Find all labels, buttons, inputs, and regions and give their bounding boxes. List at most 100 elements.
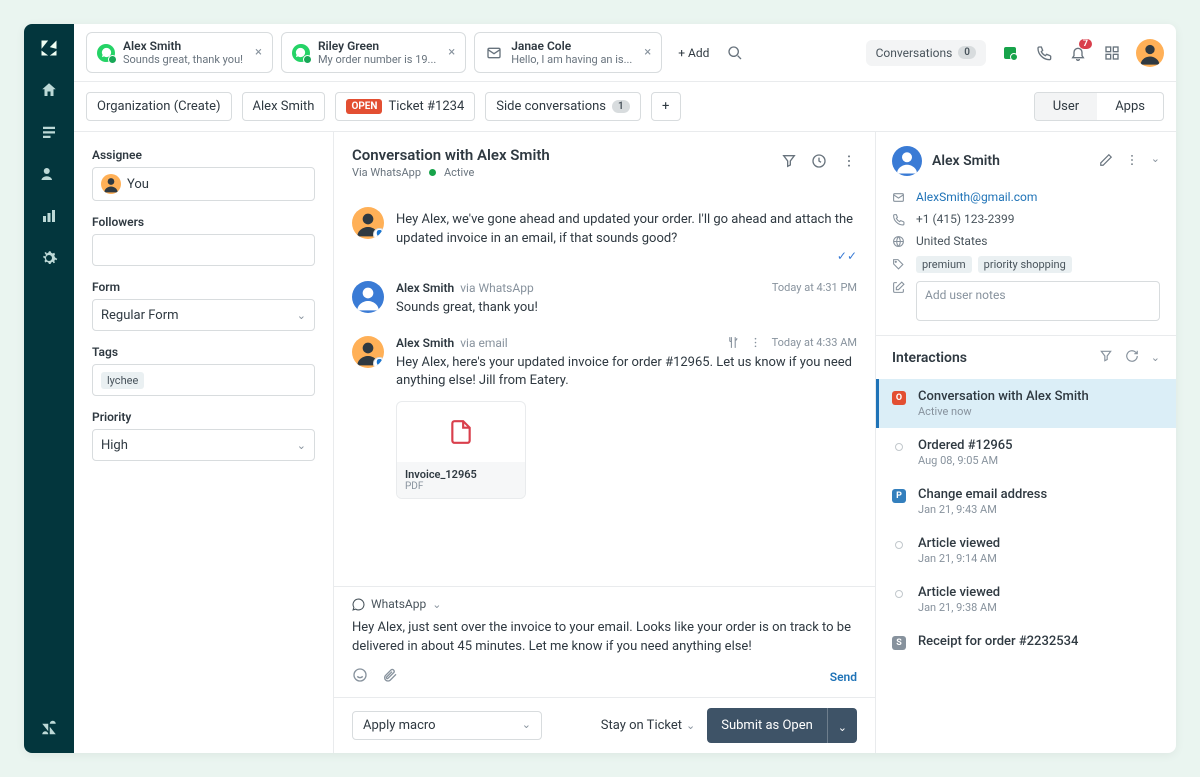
assignee-field[interactable]: You [92,167,315,201]
interaction-time: Active now [918,405,1160,418]
organization-chip[interactable]: Organization (Create) [86,92,232,121]
submit-button: Submit as Open ⌄ [707,708,857,743]
pdf-icon [397,402,525,462]
attach-icon[interactable] [382,667,398,687]
attachment[interactable]: Invoice_12965PDF [396,401,526,499]
interaction-item[interactable]: SReceipt for order #2232534 [876,624,1176,660]
utensils-icon [726,336,739,349]
followers-field[interactable] [92,234,315,266]
ticket-chip[interactable]: OPENTicket #1234 [335,92,475,121]
interaction-time: Jan 21, 9:43 AM [918,503,1160,516]
ticket-tabs-bar: Alex SmithSounds great, thank you! × Ril… [74,24,1176,82]
user-tag: premium [916,256,972,273]
send-button[interactable]: Send [830,670,857,684]
ticket-form-panel: Assignee You Followers Form Regular Form… [74,132,334,753]
whatsapp-icon [97,44,115,62]
notifications-icon[interactable]: 7 [1068,43,1088,63]
close-icon[interactable]: × [644,45,651,60]
conversations-pill[interactable]: Conversations0 [866,40,986,66]
macro-select[interactable]: Apply macro⌄ [352,711,542,740]
message: Alex Smithvia WhatsAppToday at 4:31 PM S… [352,281,857,318]
interaction-indicator [892,587,906,601]
mail-icon [485,44,503,62]
history-icon[interactable] [811,153,827,173]
conversation-status: Active [444,166,474,179]
stay-on-ticket-button[interactable]: Stay on Ticket⌄ [601,718,695,733]
chevron-down-icon[interactable]: ⌄ [1151,351,1160,364]
ticket-tab[interactable]: Janae ColeHello, I am having an is... × [474,32,662,73]
interaction-time: Aug 08, 9:05 AM [918,454,1160,467]
form-label: Form [92,280,315,294]
tags-field[interactable]: lychee [92,364,315,396]
close-icon[interactable]: × [448,45,455,60]
message-text: Hey Alex, we've gone ahead and updated y… [396,211,857,249]
emoji-icon[interactable] [352,667,368,687]
interaction-title: Article viewed [918,536,1160,551]
open-badge: OPEN [346,99,382,114]
home-icon[interactable] [39,80,59,100]
form-select[interactable]: Regular Form⌄ [92,299,315,331]
submit-dropdown[interactable]: ⌄ [827,708,857,743]
filter-icon[interactable] [781,153,797,173]
views-icon[interactable] [39,122,59,142]
chevron-down-icon: ⌄ [297,439,306,452]
interaction-time: Jan 21, 9:14 AM [918,552,1160,565]
refresh-icon[interactable] [1125,348,1139,367]
filter-icon[interactable] [1099,348,1113,367]
apps-segment[interactable]: Apps [1097,93,1163,120]
chat-icon[interactable] [1000,43,1020,63]
compose-textarea[interactable]: Hey Alex, just sent over the invoice to … [352,619,857,657]
interactions-list: OConversation with Alex SmithActive nowO… [876,379,1176,660]
ticket-tab[interactable]: Alex SmithSounds great, thank you! × [86,32,273,73]
compose-channel-select[interactable]: WhatsApp⌄ [352,597,857,611]
interaction-item[interactable]: OConversation with Alex SmithActive now [876,379,1176,428]
apps-grid-icon[interactable] [1102,43,1122,63]
user-email[interactable]: AlexSmith@gmail.com [916,190,1037,204]
tab-subtitle: Sounds great, thank you! [123,53,243,66]
add-tab-button[interactable]: + Add [670,40,717,66]
more-icon[interactable] [841,153,857,173]
interaction-item[interactable]: PChange email addressJan 21, 9:43 AM [876,477,1176,526]
interaction-title: Article viewed [918,585,1160,600]
submit-label[interactable]: Submit as Open [707,710,827,741]
interaction-indicator: O [892,391,906,405]
notif-count: 7 [1079,39,1092,49]
ticket-tab[interactable]: Riley GreenMy order number is 19... × [281,32,466,73]
search-icon[interactable] [725,43,745,63]
profile-avatar[interactable] [1136,39,1164,67]
add-side-button[interactable]: + [651,92,681,121]
logo-icon[interactable] [39,38,59,58]
reporting-icon[interactable] [39,206,59,226]
chevron-down-icon[interactable]: ⌄ [1151,152,1160,171]
zendesk-icon[interactable] [39,719,59,739]
priority-label: Priority [92,410,315,424]
admin-icon[interactable] [39,248,59,268]
user-location: United States [916,234,987,248]
person-badge-icon: 👤 [373,228,384,239]
user-segment[interactable]: User [1035,93,1097,120]
interaction-item[interactable]: Article viewedJan 21, 9:14 AM [876,526,1176,575]
avatar-icon [352,281,384,313]
requester-chip[interactable]: Alex Smith [242,92,326,121]
phone-icon[interactable] [1034,43,1054,63]
interaction-item[interactable]: Article viewedJan 21, 9:38 AM [876,575,1176,624]
more-icon[interactable] [749,336,762,349]
tab-subtitle: Hello, I am having an is... [511,53,632,66]
assignee-label: Assignee [92,148,315,162]
attachment-type: PDF [405,481,517,492]
interaction-indicator [892,538,906,552]
priority-select[interactable]: High⌄ [92,429,315,461]
chevron-down-icon: ⌄ [522,718,531,733]
message-via: via email [460,336,507,350]
customers-icon[interactable] [39,164,59,184]
user-tag: priority shopping [978,256,1072,273]
message-via: via WhatsApp [460,281,533,295]
user-notes-input[interactable]: Add user notes [916,281,1160,321]
tab-title: Riley Green [318,39,436,53]
interaction-item[interactable]: Ordered #12965Aug 08, 9:05 AM [876,428,1176,477]
side-conversations-chip[interactable]: Side conversations1 [485,92,640,121]
edit-icon[interactable] [1099,152,1113,171]
more-icon[interactable] [1125,152,1139,171]
close-icon[interactable]: × [255,45,262,60]
active-dot-icon [429,169,436,176]
